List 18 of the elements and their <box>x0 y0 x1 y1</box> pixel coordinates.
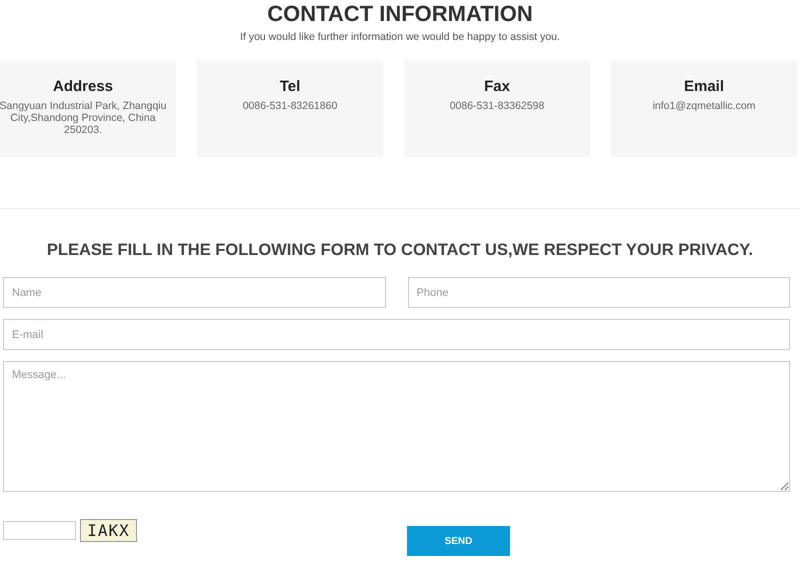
card-text: 0086-531-83261860 <box>242 100 338 112</box>
card-text: Sangyuan Industrial Park, Zhangqiu City,Shandong Province, China 250203. <box>0 100 168 136</box>
card-title: Fax <box>484 78 510 95</box>
card-text: 0086-531-83362598 <box>450 100 544 112</box>
card-text: info1@zqmetallic.com <box>652 100 756 112</box>
email-field[interactable]: E-mail <box>3 319 790 350</box>
page-subtitle: If you would like further information we would be happy to assist you. <box>240 31 560 43</box>
page-title: CONTACT INFORMATION <box>267 1 533 27</box>
card-title: Email <box>684 78 724 95</box>
captcha-field[interactable] <box>3 521 76 540</box>
card-title: Address <box>52 78 114 95</box>
phone-field[interactable]: Phone <box>408 277 790 308</box>
captcha-image: IAKX <box>80 519 137 542</box>
message-field[interactable]: Message... <box>3 361 790 492</box>
send-button[interactable]: SEND <box>407 526 510 556</box>
name-field[interactable]: Name <box>3 277 386 308</box>
card-title: Tel <box>280 78 300 95</box>
form-heading: PLEASE FILL IN THE FOLLOWING FORM TO CONTACT US,WE RESPECT YOUR PRIVACY. <box>46 241 754 260</box>
